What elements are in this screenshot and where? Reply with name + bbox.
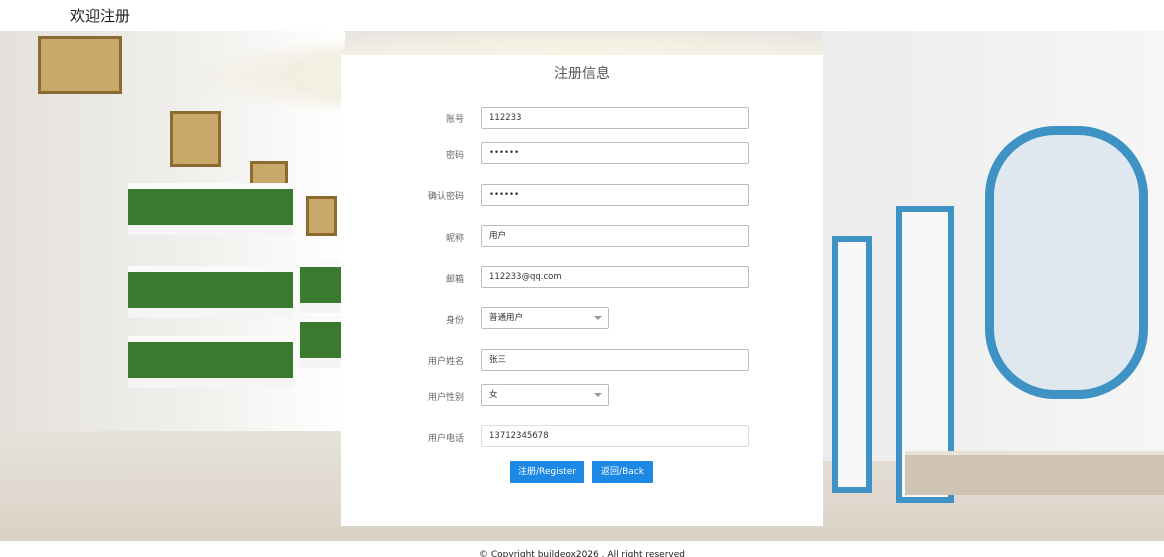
gender-select[interactable]: 女 (481, 384, 609, 406)
role-label: 身份 (445, 316, 464, 326)
page-title: 欢迎注册 (70, 7, 131, 25)
register-button[interactable]: 注册/Register (510, 461, 584, 483)
display-shelf (128, 266, 293, 318)
display-shelf (128, 336, 293, 388)
email-input[interactable]: 112233@qq.com (481, 266, 749, 288)
top-bar: 欢迎注册 (0, 0, 1164, 31)
role-select-value: 普通用户 (489, 313, 524, 323)
real-name-input[interactable]: 张三 (481, 349, 749, 371)
phone-label: 用户电话 (427, 434, 464, 444)
real-name-label: 用户姓名 (427, 357, 464, 367)
footer-copyright: © Copyright buildeox2026 . All right res… (0, 541, 1164, 557)
gender-label: 用户性别 (427, 393, 464, 403)
gender-select-value: 女 (489, 390, 498, 400)
display-shelf (128, 183, 293, 235)
form-title: 注册信息 (554, 66, 610, 82)
bench (905, 451, 1164, 495)
email-label: 邮箱 (445, 275, 464, 285)
confirm-password-label: 确认密码 (427, 192, 464, 202)
oval-window (985, 126, 1148, 399)
register-form: 注册信息 账号 112233 密码 •••••• 确认密码 •••••• 昵称 … (341, 55, 823, 526)
wall-frame (306, 196, 337, 236)
wall-frame (170, 111, 221, 167)
nickname-label: 昵称 (445, 234, 464, 244)
phone-input[interactable]: 13712345678 (481, 425, 749, 447)
confirm-password-input[interactable]: •••••• (481, 184, 749, 206)
display-shelf (300, 261, 345, 313)
chevron-down-icon (594, 316, 602, 320)
password-label: 密码 (445, 151, 464, 161)
chevron-down-icon (594, 393, 602, 397)
display-shelf (300, 316, 345, 368)
nickname-input[interactable]: 用户 (481, 225, 749, 247)
account-input[interactable]: 112233 (481, 107, 749, 129)
door (832, 236, 872, 493)
role-select[interactable]: 普通用户 (481, 307, 609, 329)
back-button[interactable]: 返回/Back (592, 461, 653, 483)
wall-frame (38, 36, 122, 94)
account-label: 账号 (445, 115, 464, 125)
password-input[interactable]: •••••• (481, 142, 749, 164)
